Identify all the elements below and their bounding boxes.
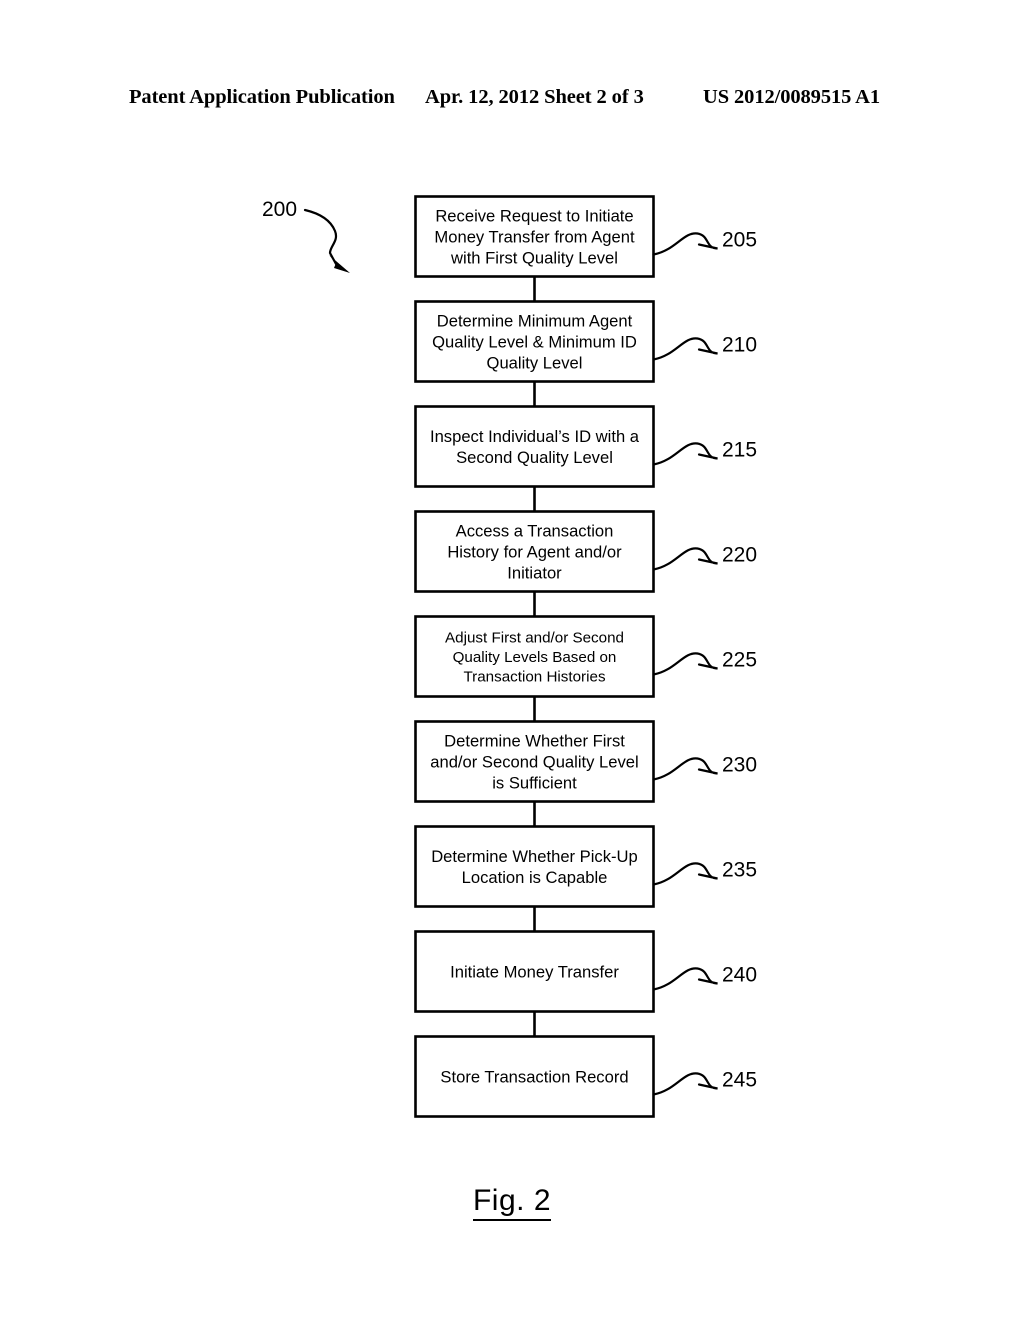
flowchart-step-245: Store Transaction Record 245	[414, 1035, 757, 1118]
reference-numeral: 225	[722, 649, 757, 672]
flowchart-step-220: Access a Transaction History for Agent an…	[414, 510, 757, 593]
callout-arrow-line	[303, 208, 338, 266]
reference-numeral: 205	[722, 229, 757, 252]
diagram-reference-numeral: 200	[262, 198, 297, 221]
reference-leader-line	[652, 442, 718, 466]
flowchart-diagram: Receive Request to Initiate Money Transfe…	[262, 195, 757, 1118]
step-label: Store Transaction Record	[440, 1068, 628, 1087]
flowchart-step-235: Determine Whether Pick-Up Location is Cap…	[414, 825, 757, 908]
reference-leader-line	[652, 862, 718, 886]
reference-numeral: 235	[722, 859, 757, 882]
callout-arrowhead-icon	[329, 255, 350, 273]
reference-numeral: 210	[722, 334, 757, 357]
step-label: Initiate Money Transfer	[450, 963, 619, 982]
figure-caption: Fig. 2	[0, 1184, 1024, 1221]
flowchart-step-205: Receive Request to Initiate Money Transfe…	[414, 195, 757, 278]
step-box	[414, 825, 655, 908]
flowchart-step-230: Determine Whether First and/or Second Qua…	[414, 720, 757, 803]
flowchart-step-210: Determine Minimum Agent Quality Level & M…	[414, 300, 757, 383]
reference-leader-line	[652, 337, 718, 361]
reference-numeral: 215	[722, 439, 757, 462]
flowchart-step-240: Initiate Money Transfer 240	[414, 930, 757, 1013]
step-box	[414, 405, 655, 488]
diagram-callout-200: 200	[262, 198, 350, 273]
step-label: Receive Request to Initiate Money Transfe…	[434, 207, 635, 268]
reference-numeral: 220	[722, 544, 757, 567]
flowchart-step-225: Adjust First and/or Second Quality Levels…	[414, 615, 757, 698]
step-label: Adjust First and/or Second Quality Levels…	[445, 630, 624, 686]
reference-leader-line	[652, 232, 718, 256]
reference-leader-line	[652, 547, 718, 571]
reference-numeral: 240	[722, 964, 757, 987]
reference-numeral: 230	[722, 754, 757, 777]
reference-leader-line	[652, 967, 718, 991]
reference-numeral: 245	[722, 1069, 757, 1092]
flowchart-step-215: Inspect Individual’s ID with a Second Qua…	[414, 405, 757, 488]
figure-caption-text: Fig. 2	[472, 1184, 552, 1221]
reference-leader-line	[652, 1072, 718, 1096]
reference-leader-line	[652, 652, 718, 676]
reference-leader-line	[652, 757, 718, 781]
